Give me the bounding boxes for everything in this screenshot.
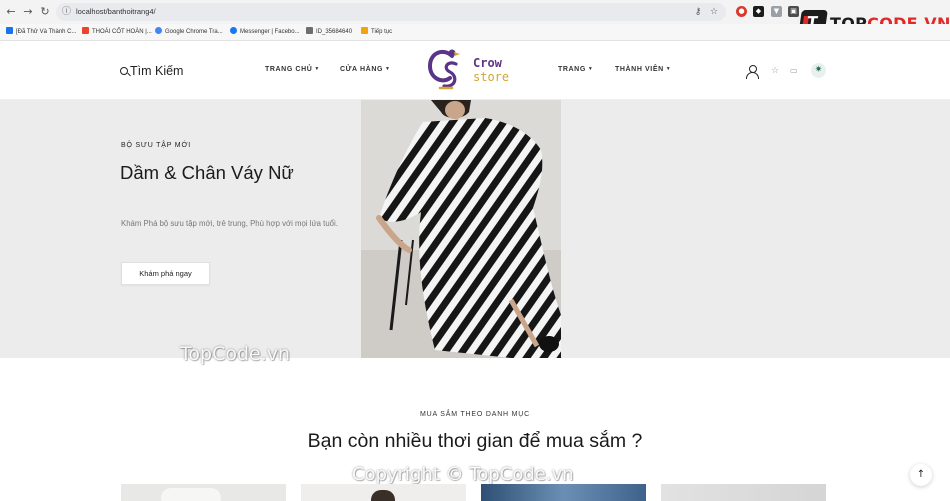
bookmark-item[interactable]: Google Chrome Tra... — [155, 27, 223, 38]
link-icon — [306, 27, 313, 34]
bookmark-favicon-icon — [6, 27, 13, 34]
crow-store-logo-icon — [427, 49, 460, 90]
nav-item-pages[interactable]: TRANG ▼ — [558, 66, 593, 73]
user-account-icon[interactable] — [746, 65, 759, 79]
hero-model-image — [361, 100, 561, 358]
category-card[interactable] — [121, 484, 286, 501]
chevron-down-icon: ▼ — [587, 66, 594, 72]
back-icon[interactable]: ← — [4, 5, 18, 19]
category-card[interactable] — [301, 484, 466, 501]
hero-title: Dầm & Chân Váy Nữ — [120, 162, 294, 183]
extension-icon[interactable]: ▼ — [771, 6, 782, 17]
hero-description: Khám Phá bộ sưu tập mới, trẻ trung, Phù … — [121, 219, 338, 228]
category-image — [161, 488, 221, 501]
google-icon — [155, 27, 162, 34]
explore-now-button[interactable]: Khám phá ngay — [121, 262, 210, 285]
key-icon[interactable]: ⚷ — [692, 6, 704, 18]
search-icon — [120, 67, 128, 75]
watermark-text: TopCode.vn — [180, 343, 291, 365]
bookmark-item[interactable]: ID_35684640 — [306, 27, 352, 38]
bookmark-favicon-icon — [361, 27, 368, 34]
category-card[interactable] — [661, 484, 826, 501]
bookmark-item[interactable]: Messenger | Facebo... — [230, 27, 300, 38]
arrow-up-icon: ↑ — [916, 469, 926, 480]
bookmark-item[interactable]: THOÁI CỐT HOÀN |... — [82, 27, 152, 38]
hero-eyebrow: BỘ SƯU TẬP MỚI — [121, 142, 191, 149]
theme-toggle-icon[interactable]: ✷ — [811, 63, 826, 78]
category-image — [661, 484, 826, 501]
extension-icon[interactable]: ▣ — [788, 6, 799, 17]
site-logo[interactable]: Crow store — [426, 44, 526, 98]
search-button[interactable]: Tìm Kiếm — [120, 63, 183, 79]
scroll-to-top-button[interactable]: ↑ — [910, 464, 932, 486]
bookmark-favicon-icon — [82, 27, 89, 34]
extension-icon[interactable]: ● — [736, 6, 747, 17]
chevron-down-icon: ▼ — [314, 66, 320, 72]
address-bar[interactable]: ⓘ localhost/banthoitrang4/ ⚷ ☆ — [56, 3, 726, 21]
copyright-watermark: Copyright © TopCode.vn — [352, 464, 574, 485]
section-title: Bạn còn nhiều thơi gian để mua sắm ? — [307, 430, 643, 452]
category-card[interactable] — [481, 484, 646, 501]
logo-line-1: Crow — [473, 56, 502, 70]
reload-icon[interactable]: ↻ — [38, 5, 52, 19]
cart-icon[interactable]: ▭ — [790, 66, 798, 75]
site-info-icon[interactable]: ⓘ — [62, 6, 74, 18]
chevron-down-icon: ▼ — [385, 66, 391, 72]
logo-wordmark: Crow store — [473, 56, 509, 84]
logo-line-2: store — [473, 70, 510, 84]
nav-item-shop[interactable]: CỬA HÀNG ▼ — [340, 66, 391, 73]
category-image — [371, 490, 395, 501]
bookmark-star-icon[interactable]: ☆ — [708, 6, 720, 18]
nav-item-member[interactable]: THÀNH VIÊN ▼ — [615, 66, 671, 73]
forward-icon[interactable]: → — [21, 5, 35, 19]
bookmarks-bar: [Đã Thử Và Thành C... THOÁI CỐT HOÀN |..… — [0, 24, 950, 41]
wishlist-star-icon[interactable]: ☆ — [771, 66, 779, 76]
bookmark-item[interactable]: Tiếp tục — [361, 27, 392, 38]
site-header: Tìm Kiếm TRANG CHỦ ▼ CỬA HÀNG ▼ Crow store… — [0, 42, 950, 100]
hero-banner: BỘ SƯU TẬP MỚI Dầm & Chân Váy Nữ Khám Ph… — [0, 100, 950, 358]
chevron-down-icon: ▼ — [665, 66, 672, 72]
nav-item-home[interactable]: TRANG CHỦ ▼ — [265, 66, 320, 73]
messenger-icon — [230, 27, 237, 34]
category-image — [481, 484, 646, 501]
section-eyebrow: MUA SẮM THEO DANH MỤC — [419, 411, 530, 418]
url-text: localhost/banthoitrang4/ — [76, 7, 156, 16]
extension-icon[interactable]: ◆ — [753, 6, 764, 17]
bookmark-item[interactable]: [Đã Thử Và Thành C... — [6, 27, 77, 38]
search-label: Tìm Kiếm — [130, 64, 184, 78]
